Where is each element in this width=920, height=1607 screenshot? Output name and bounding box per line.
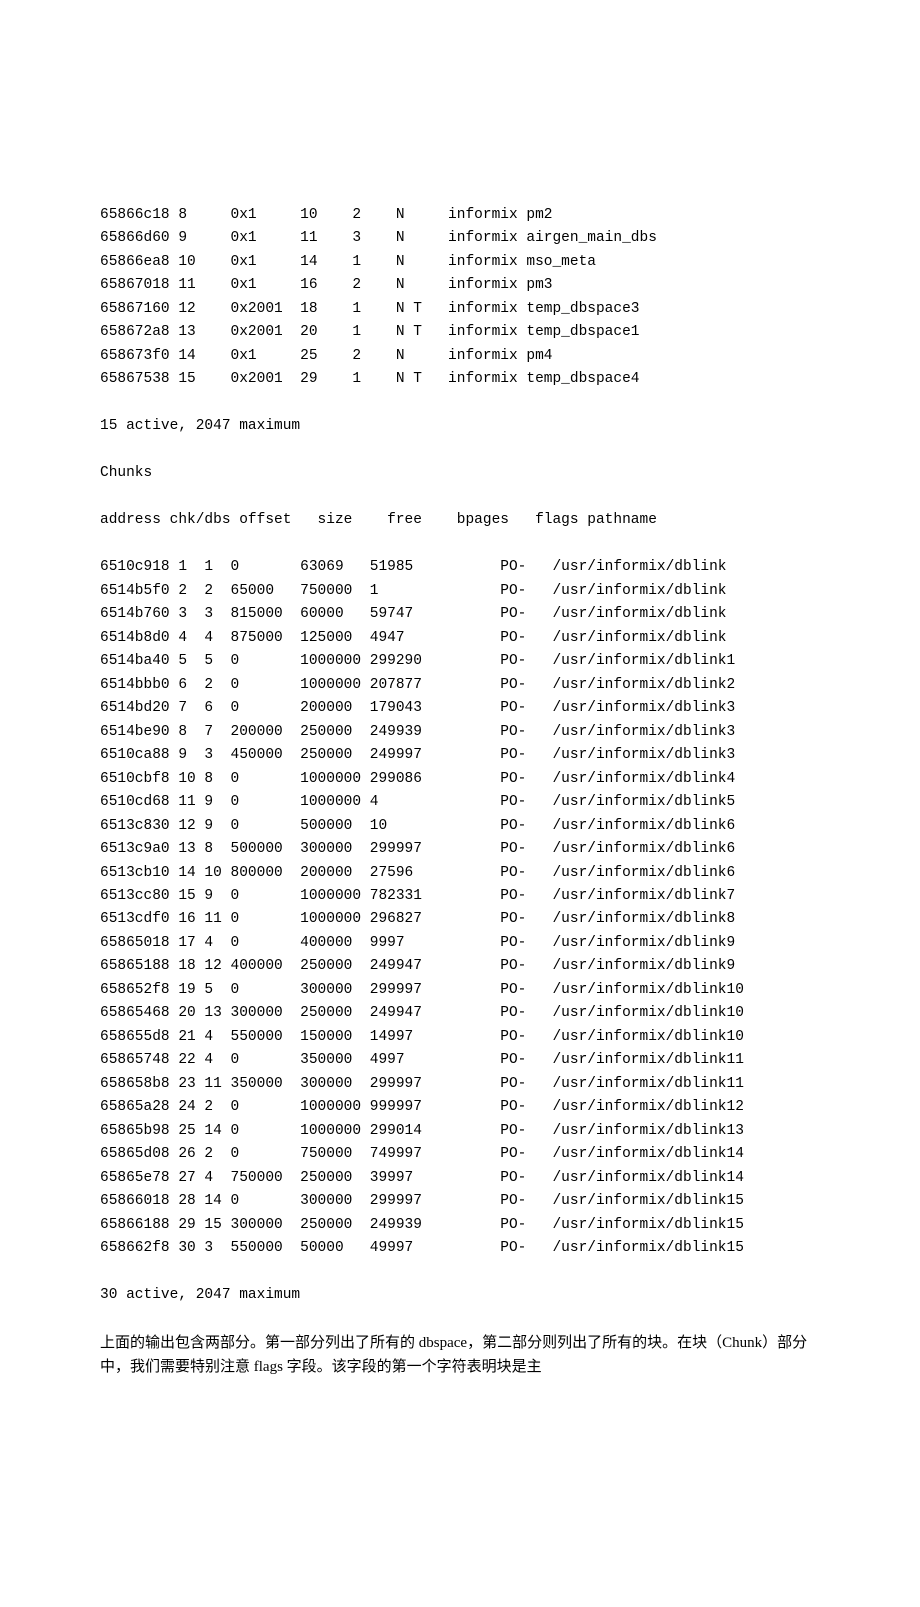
dbspace-list: 65866c18 8 0x1 10 2 N informix pm2 65866… [100,204,820,392]
chunks-heading: Chunks [100,462,820,485]
chunks-list: 6510c918 1 1 0 63069 51985 PO- /usr/info… [100,556,820,1261]
dbspace-summary: 15 active, 2047 maximum [100,415,820,438]
paragraph: 上面的输出包含两部分。第一部分列出了所有的 dbspace，第二部分则列出了所有… [100,1331,820,1380]
chunks-summary: 30 active, 2047 maximum [100,1284,820,1307]
chunks-header: address chk/dbs offset size free bpages … [100,509,820,532]
